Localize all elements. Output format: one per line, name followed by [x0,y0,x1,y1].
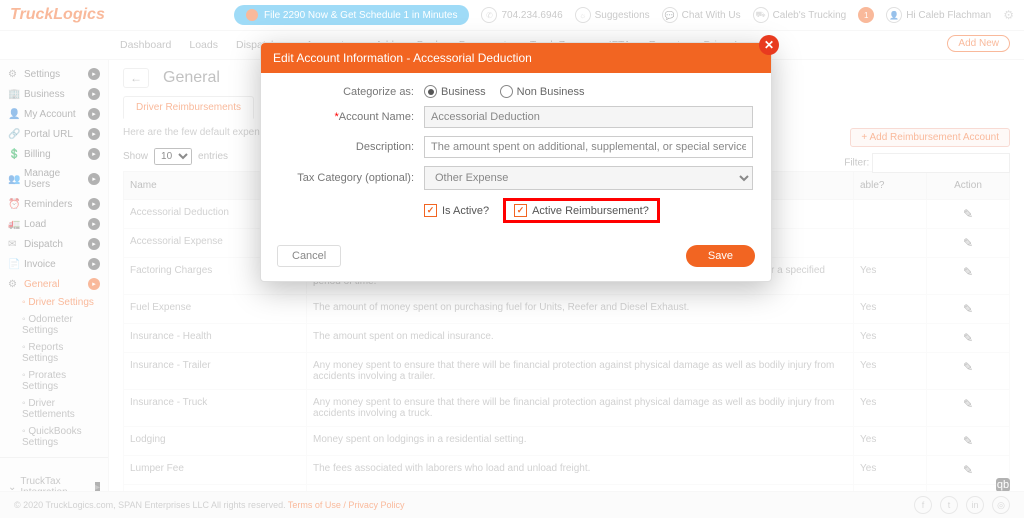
edit-account-modal: ✕ Edit Account Information - Accessorial… [260,42,772,282]
active-reimbursement-checkbox[interactable]: ✓Active Reimbursement? [514,204,649,217]
save-button[interactable]: Save [686,245,755,267]
description-label: Description: [279,141,414,153]
radio-business[interactable]: Business [424,85,486,98]
modal-title: Edit Account Information - Accessorial D… [261,43,771,73]
tax-category-label: Tax Category (optional): [279,172,414,184]
categorize-label: Categorize as: [279,86,414,98]
account-name-label: *Account Name: [279,111,414,123]
description-input[interactable] [424,136,753,158]
is-active-checkbox[interactable]: ✓Is Active? [424,204,489,217]
account-name-input[interactable] [424,106,753,128]
modal-close-button[interactable]: ✕ [759,35,779,55]
radio-non-business[interactable]: Non Business [500,85,585,98]
cancel-button[interactable]: Cancel [277,245,341,267]
active-reimbursement-highlight: ✓Active Reimbursement? [503,198,660,223]
tax-category-select[interactable]: Other Expense [424,166,753,190]
